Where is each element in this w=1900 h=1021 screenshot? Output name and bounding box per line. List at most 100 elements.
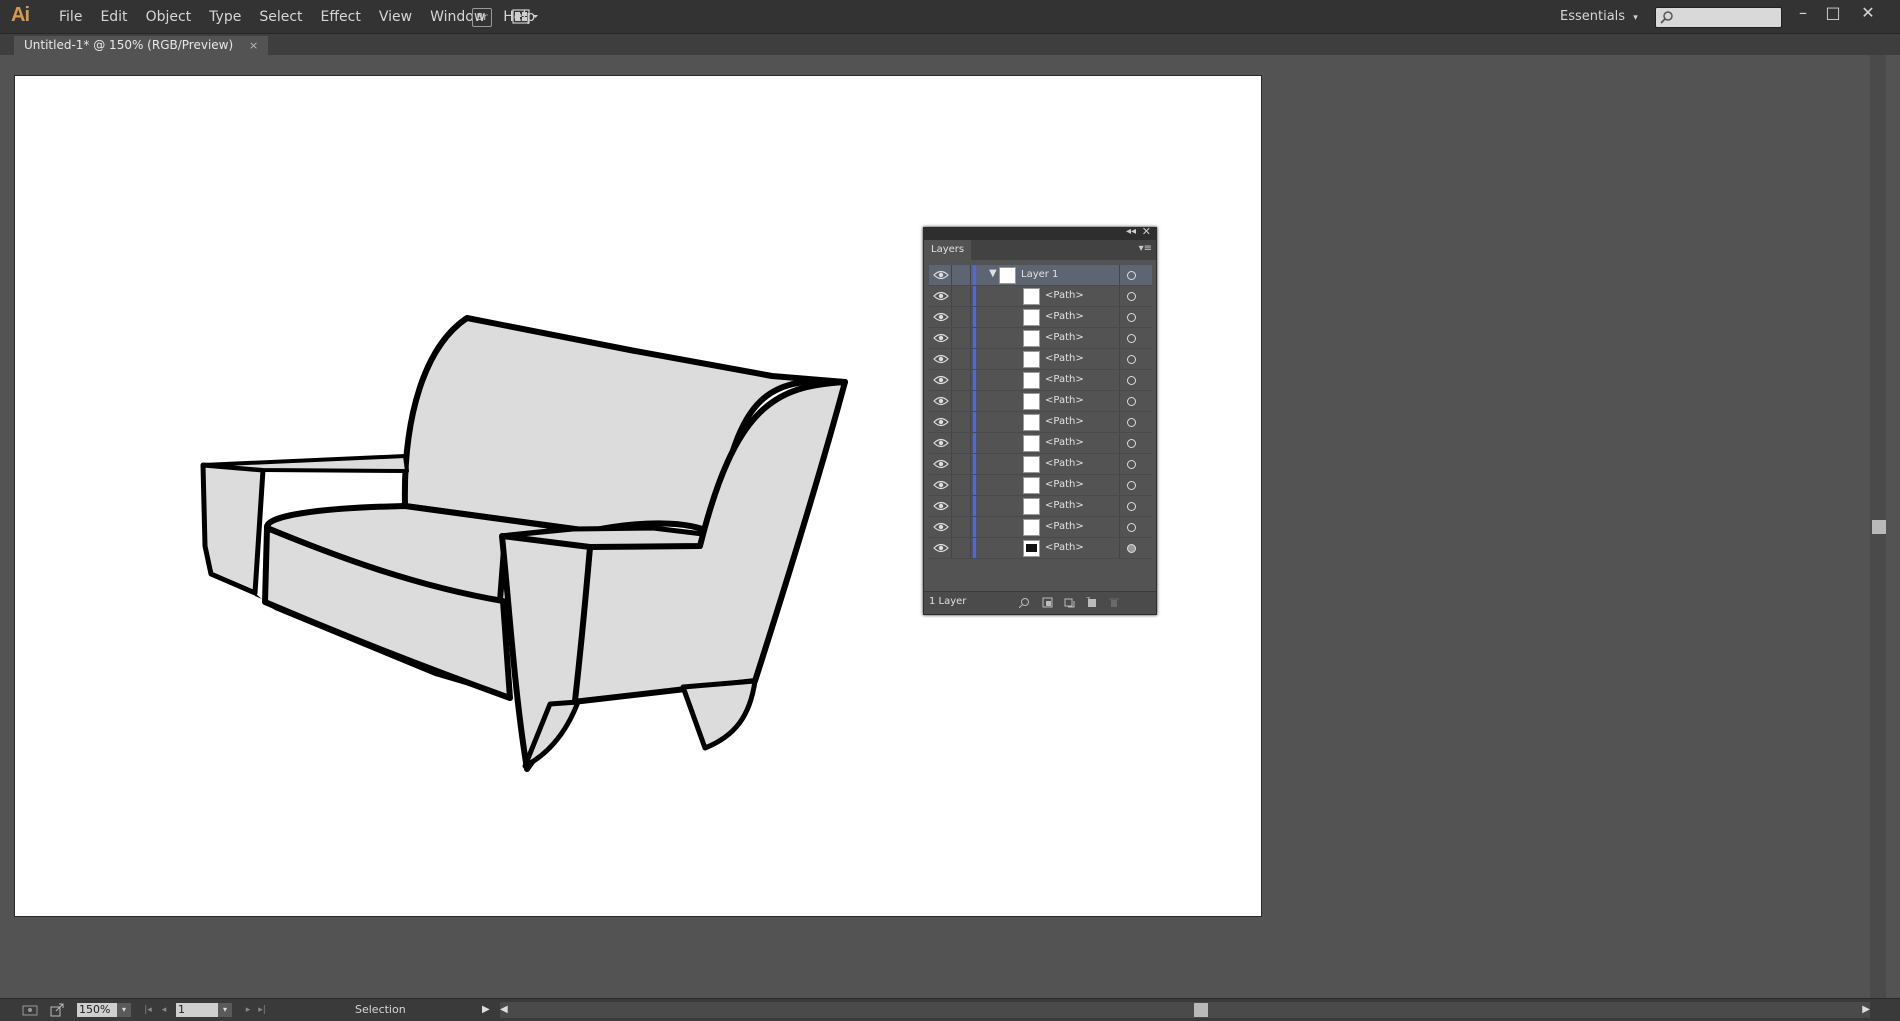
panel-menu-icon[interactable]: ▾≡	[1139, 243, 1152, 254]
eye-icon[interactable]	[933, 331, 949, 345]
arrange-documents-icon[interactable]	[512, 8, 540, 26]
path-row[interactable]: <Path>	[929, 370, 1152, 391]
target-cell[interactable]	[1119, 349, 1150, 369]
first-artboard-button[interactable]: |◂	[142, 1002, 154, 1018]
new-sublayer-icon[interactable]	[1064, 597, 1076, 608]
clipping-mask-icon[interactable]	[1042, 597, 1054, 608]
target-cell[interactable]	[1119, 475, 1150, 495]
locate-object-icon[interactable]	[1019, 597, 1031, 608]
layer-name[interactable]: Layer 1	[1021, 265, 1058, 285]
lock-toggle[interactable]	[951, 496, 971, 516]
target-cell[interactable]	[1119, 538, 1150, 558]
lock-toggle[interactable]	[951, 391, 971, 411]
target-cell[interactable]	[1119, 286, 1150, 306]
close-tab-icon[interactable]: ×	[249, 39, 258, 52]
menu-select[interactable]: Select	[250, 9, 311, 25]
tab-layers[interactable]: Layers	[924, 240, 972, 260]
lock-toggle[interactable]	[951, 538, 971, 558]
path-row[interactable]: <Path>	[929, 454, 1152, 475]
target-ring-icon[interactable]	[1127, 313, 1136, 322]
share-icon[interactable]	[50, 1003, 64, 1017]
target-ring-icon[interactable]	[1127, 502, 1136, 511]
target-cell[interactable]	[1119, 496, 1150, 516]
delete-layer-icon[interactable]	[1108, 597, 1120, 608]
eye-icon[interactable]	[933, 415, 949, 429]
document-tab[interactable]: Untitled-1* @ 150% (RGB/Preview) ×	[14, 36, 269, 55]
path-row[interactable]: <Path>	[929, 286, 1152, 307]
lock-toggle[interactable]	[951, 265, 971, 285]
path-row[interactable]: <Path>	[929, 517, 1152, 538]
zoom-level-field[interactable]: 150%	[77, 1003, 117, 1017]
target-ring-icon[interactable]	[1127, 355, 1136, 364]
target-cell[interactable]	[1119, 265, 1150, 285]
path-name[interactable]: <Path>	[1045, 433, 1084, 453]
lock-toggle[interactable]	[951, 433, 971, 453]
status-menu-arrow[interactable]: ▶	[482, 1002, 490, 1018]
path-name[interactable]: <Path>	[1045, 496, 1084, 516]
target-ring-icon[interactable]	[1127, 439, 1136, 448]
layers-panel-header[interactable]: ◂◂ ✕	[924, 225, 1156, 240]
path-row[interactable]: <Path>	[929, 433, 1152, 454]
lock-toggle[interactable]	[951, 286, 971, 306]
target-ring-icon[interactable]	[1127, 271, 1136, 280]
collapse-panel-icon[interactable]: ◂◂	[1126, 226, 1136, 237]
horizontal-scroll-thumb[interactable]	[1194, 1003, 1208, 1017]
target-cell[interactable]	[1119, 433, 1150, 453]
target-cell[interactable]	[1119, 412, 1150, 432]
target-ring-icon[interactable]	[1127, 292, 1136, 301]
path-name[interactable]: <Path>	[1045, 286, 1084, 306]
path-row[interactable]: <Path>	[929, 475, 1152, 496]
menu-effect[interactable]: Effect	[312, 9, 370, 25]
path-name[interactable]: <Path>	[1045, 349, 1084, 369]
target-cell[interactable]	[1119, 517, 1150, 537]
close-panel-icon[interactable]: ✕	[1142, 225, 1151, 238]
lock-toggle[interactable]	[951, 517, 971, 537]
horizontal-scrollbar[interactable]: ◀ ▶	[500, 1002, 1870, 1018]
eye-icon[interactable]	[933, 394, 949, 408]
menu-edit[interactable]: Edit	[91, 9, 136, 25]
new-layer-icon[interactable]	[1086, 597, 1098, 608]
path-name[interactable]: <Path>	[1045, 370, 1084, 390]
menu-object[interactable]: Object	[137, 9, 201, 25]
path-row[interactable]: <Path>	[929, 391, 1152, 412]
eye-icon[interactable]	[933, 499, 949, 513]
path-name[interactable]: <Path>	[1045, 517, 1084, 537]
path-name[interactable]: <Path>	[1045, 328, 1084, 348]
target-ring-icon[interactable]	[1127, 376, 1136, 385]
target-ring-icon[interactable]	[1127, 334, 1136, 343]
target-ring-icon[interactable]	[1127, 523, 1136, 532]
eye-icon[interactable]	[933, 352, 949, 366]
menu-type[interactable]: Type	[200, 9, 250, 25]
previous-artboard-button[interactable]: ◂	[158, 1002, 170, 1018]
bridge-button[interactable]: Br	[472, 8, 492, 27]
target-ring-icon[interactable]	[1127, 481, 1136, 490]
path-name[interactable]: <Path>	[1045, 538, 1084, 558]
lock-toggle[interactable]	[951, 454, 971, 474]
target-ring-icon[interactable]	[1127, 460, 1136, 469]
eye-icon[interactable]	[933, 541, 949, 555]
eye-icon[interactable]	[933, 373, 949, 387]
target-cell[interactable]	[1119, 328, 1150, 348]
close-window-button[interactable]: ✕	[1857, 4, 1879, 24]
eye-icon[interactable]	[933, 478, 949, 492]
target-cell[interactable]	[1119, 454, 1150, 474]
lock-toggle[interactable]	[951, 370, 971, 390]
target-ring-icon[interactable]	[1127, 397, 1136, 406]
target-cell[interactable]	[1119, 391, 1150, 411]
path-name[interactable]: <Path>	[1045, 307, 1084, 327]
lock-toggle[interactable]	[951, 328, 971, 348]
path-name[interactable]: <Path>	[1045, 391, 1084, 411]
next-artboard-button[interactable]: ▸	[242, 1002, 254, 1018]
zoom-dropdown-icon[interactable]: ▾	[117, 1003, 131, 1017]
menu-file[interactable]: File	[50, 9, 91, 25]
path-name[interactable]: <Path>	[1045, 412, 1084, 432]
target-cell[interactable]	[1119, 307, 1150, 327]
path-name[interactable]: <Path>	[1045, 475, 1084, 495]
lock-toggle[interactable]	[951, 349, 971, 369]
artboard-number-field[interactable]: 1	[176, 1003, 218, 1017]
workspace-switcher[interactable]: Essentials ▾	[1560, 9, 1638, 24]
scroll-right-icon[interactable]: ▶	[1862, 1002, 1870, 1018]
vertical-scroll-thumb[interactable]	[1872, 520, 1886, 534]
target-ring-icon[interactable]	[1127, 544, 1136, 553]
path-row[interactable]: <Path>	[929, 349, 1152, 370]
